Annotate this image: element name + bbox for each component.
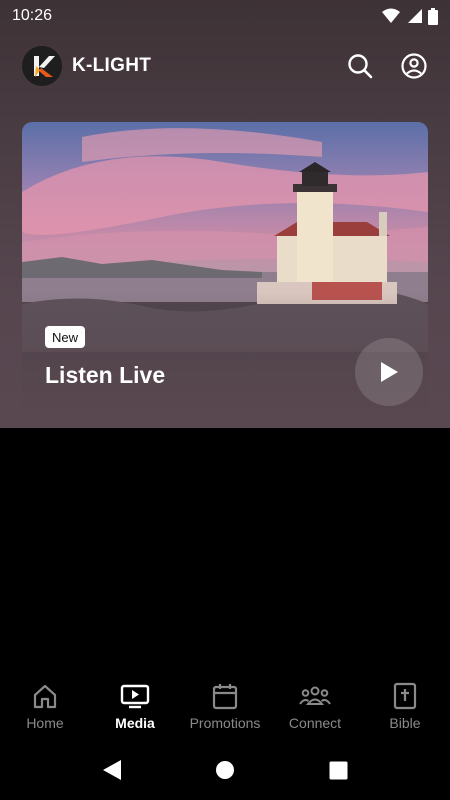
nav-item-media[interactable]: Media [90,668,180,740]
app-logo[interactable] [22,46,62,86]
battery-icon [428,7,438,25]
k-light-logo-icon [22,46,62,86]
status-bar: 10:26 [0,0,450,32]
wifi-icon [382,8,400,23]
signal-icon [408,9,422,23]
app-header: K-LIGHT [0,42,450,90]
search-button[interactable] [346,52,374,80]
nav-item-home[interactable]: Home [0,668,90,740]
system-nav-bar [0,740,450,800]
nav-label-bible: Bible [389,715,421,731]
calendar-icon [212,682,238,710]
account-button[interactable] [400,52,428,80]
header-actions [346,52,428,80]
search-icon [348,54,373,79]
status-icons [382,7,438,25]
play-icon [381,362,398,382]
play-button[interactable] [355,338,423,406]
listen-live-card[interactable]: New Listen Live [22,122,428,428]
nav-label-media: Media [115,715,155,731]
bottom-nav: Home Media Promotions Connect Bible [0,668,450,740]
home-circle-icon[interactable] [215,760,235,780]
new-badge-label: New [52,329,79,345]
status-time: 10:26 [12,7,53,24]
recents-icon[interactable] [329,761,348,780]
bible-icon [393,682,417,710]
home-icon [32,682,58,710]
nav-label-promotions: Promotions [189,715,261,731]
nav-label-connect: Connect [288,715,342,731]
account-icon [401,53,427,79]
nav-item-promotions[interactable]: Promotions [180,668,270,740]
back-icon[interactable] [102,759,122,781]
nav-label-home: Home [26,715,64,731]
hero-title: Listen Live [45,362,166,388]
nav-item-connect[interactable]: Connect [270,668,360,740]
nav-item-bible[interactable]: Bible [360,668,450,740]
media-icon [120,682,150,710]
people-icon [299,682,331,710]
new-badge: New [45,326,86,348]
app-title: K-LIGHT [72,55,152,76]
